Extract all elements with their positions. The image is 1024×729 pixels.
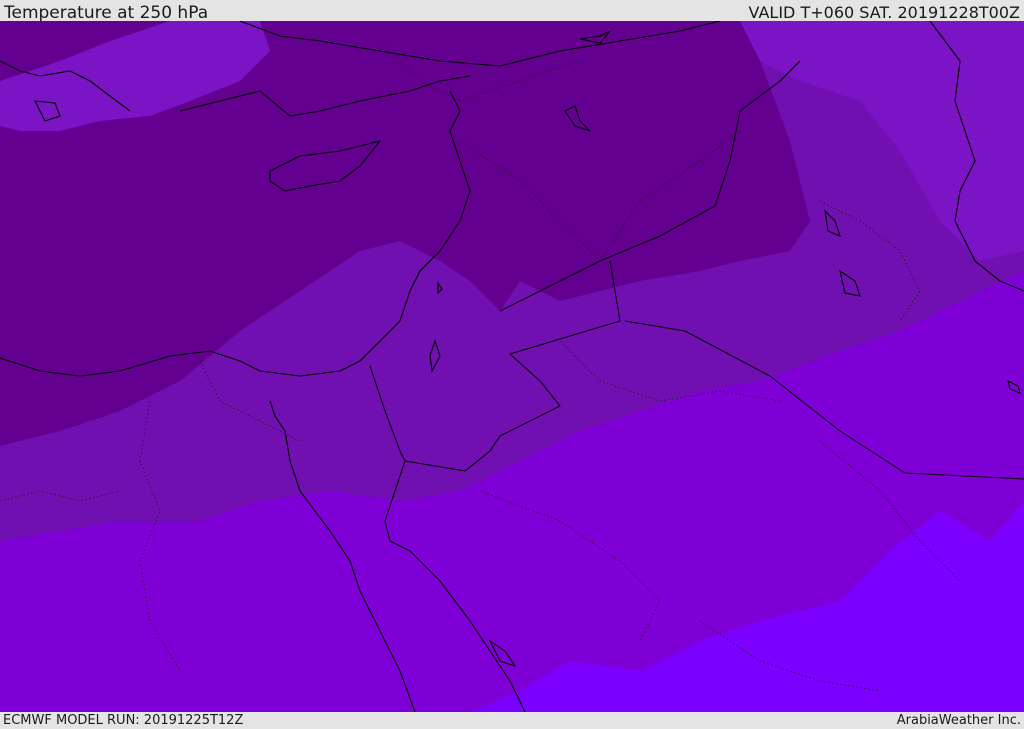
footer-bar: ECMWF MODEL RUN: 20191225T12Z ArabiaWeat…	[0, 712, 1024, 729]
model-run-label: ECMWF MODEL RUN: 20191225T12Z	[3, 713, 244, 728]
map-canvas	[0, 21, 1024, 712]
header-bar: Temperature at 250 hPa VALID T+060 SAT. …	[0, 0, 1024, 23]
credit-label: ArabiaWeather Inc.	[896, 713, 1021, 728]
temperature-map[interactable]	[0, 21, 1024, 712]
map-title: Temperature at 250 hPa	[4, 3, 209, 23]
valid-time: VALID T+060 SAT. 20191228T00Z	[748, 3, 1020, 22]
